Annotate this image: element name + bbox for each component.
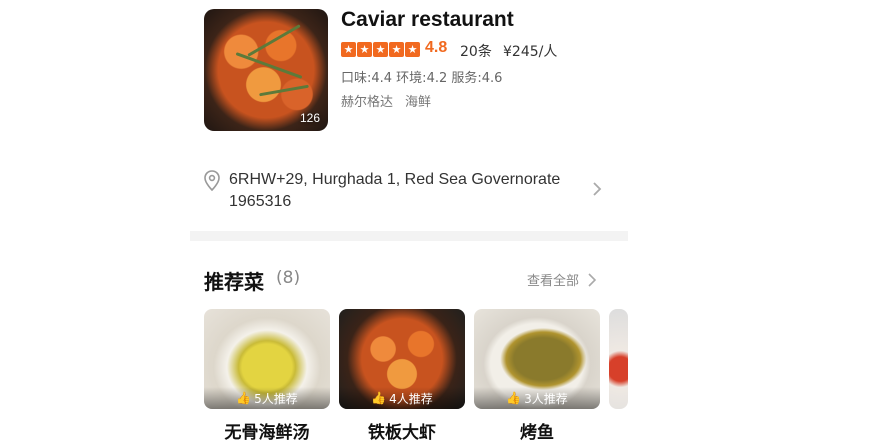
dish-card[interactable]: 👍 4人推荐	[339, 309, 465, 409]
recommended-title: 推荐菜	[204, 270, 264, 294]
chevron-right-icon[interactable]	[591, 181, 603, 197]
thumbs-up-icon: 👍	[236, 391, 252, 405]
tag-list: 赫尔格达 海鲜	[341, 91, 431, 110]
star-icon: ★	[373, 42, 388, 57]
star-icon: ★	[389, 42, 404, 57]
chevron-right-icon	[588, 272, 597, 287]
thumbs-up-icon: 👍	[506, 391, 522, 405]
recommended-count: (8)	[276, 268, 301, 288]
dish-name: 无骨海鲜汤	[224, 423, 310, 443]
dish-recommend-count: 4人推荐	[389, 391, 433, 406]
dish-name: 铁板大虾	[368, 423, 436, 443]
dish-recommend-count: 5人推荐	[254, 391, 298, 406]
thumbs-up-icon: 👍	[371, 391, 387, 405]
star-icon: ★	[405, 42, 420, 57]
location-pin-icon	[204, 170, 220, 192]
restaurant-cover-photo[interactable]: 126	[204, 9, 328, 131]
dish-card[interactable]: 👍 3人推荐	[474, 309, 600, 409]
sub-scores: 口味:4.4 环境:4.2 服务:4.6	[341, 71, 503, 86]
tag-location[interactable]: 赫尔格达	[341, 91, 393, 110]
star-rating: ★ ★ ★ ★ ★	[341, 42, 420, 57]
star-icon: ★	[357, 42, 372, 57]
rating-value: 4.8	[425, 39, 448, 56]
dish-recommend-count: 3人推荐	[524, 391, 568, 406]
dish-card-partial[interactable]	[609, 309, 628, 409]
section-divider	[190, 231, 628, 241]
address-text[interactable]: 6RHW+29, Hurghada 1, Red Sea Governorate…	[229, 169, 579, 213]
price-per-person: ¥245/人	[503, 44, 558, 60]
tag-cuisine[interactable]: 海鲜	[405, 91, 431, 110]
dish-card[interactable]: 👍 5人推荐	[204, 309, 330, 409]
photo-count: 126	[299, 111, 320, 125]
star-icon: ★	[341, 42, 356, 57]
dish-name: 烤鱼	[520, 423, 554, 443]
see-all-label: 查看全部	[527, 274, 580, 289]
review-count[interactable]: 20条	[460, 41, 492, 61]
see-all-link[interactable]: 查看全部	[527, 270, 597, 289]
restaurant-name: Caviar restaurant	[341, 8, 514, 31]
